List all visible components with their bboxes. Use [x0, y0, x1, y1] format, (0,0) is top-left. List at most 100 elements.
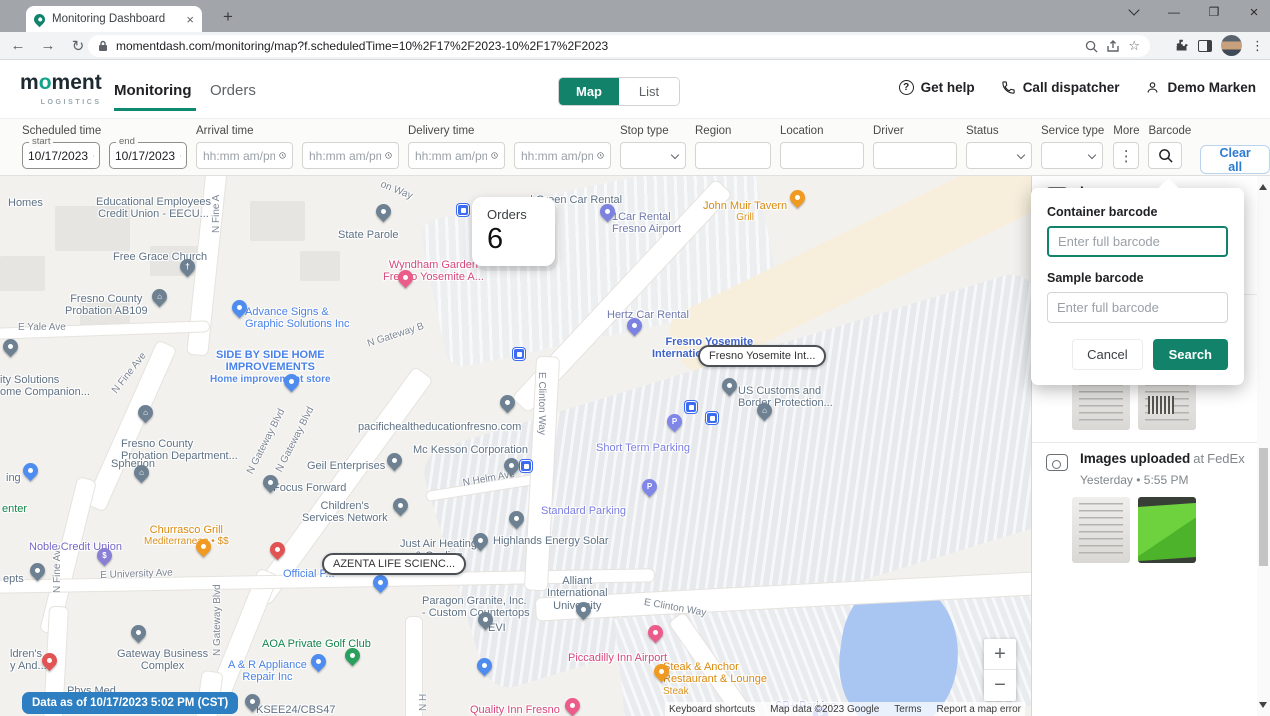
more-filters-button[interactable]: ⋮	[1113, 142, 1139, 169]
arrival-start-field[interactable]	[196, 142, 293, 169]
map-pin[interactable]	[308, 651, 329, 672]
zoom-out-button[interactable]: −	[984, 670, 1016, 701]
sample-barcode-input[interactable]	[1047, 292, 1228, 323]
call-dispatcher-button[interactable]: Call dispatcher	[1001, 80, 1120, 95]
map-pin[interactable]	[20, 460, 41, 481]
map-pin[interactable]	[39, 650, 60, 671]
nav-monitoring[interactable]: Monitoring	[114, 82, 191, 99]
scheduled-start-field[interactable]: start	[22, 142, 100, 169]
map-attribution-link[interactable]: Keyboard shortcuts	[669, 704, 755, 715]
get-help-button[interactable]: ? Get help	[899, 80, 975, 95]
location-input[interactable]	[780, 142, 864, 169]
barcode-search-button[interactable]	[1148, 142, 1182, 169]
map-pin[interactable]: P	[664, 411, 685, 432]
map-pin[interactable]	[506, 508, 527, 529]
map-pin[interactable]	[513, 348, 525, 360]
scroll-down-arrow-icon[interactable]	[1259, 702, 1267, 708]
zoom-in-button[interactable]: +	[984, 639, 1016, 670]
delivery-end-input[interactable]	[521, 149, 593, 163]
scroll-up-arrow-icon[interactable]	[1259, 184, 1267, 190]
toggle-list-button[interactable]: List	[619, 78, 679, 105]
map-pin[interactable]: ⌂	[149, 286, 170, 307]
profile-avatar[interactable]	[1221, 35, 1242, 56]
map-pin[interactable]	[229, 297, 250, 318]
map-canvas[interactable]: E Yale AveN Fine AN Fine AveN Fine AveN …	[0, 176, 1032, 716]
map-pin[interactable]	[706, 412, 718, 424]
clock-icon[interactable]	[491, 149, 498, 162]
zoom-page-icon[interactable]	[1085, 40, 1098, 53]
tab-search-chevron-icon[interactable]	[1126, 4, 1142, 20]
scheduled-start-input[interactable]	[28, 149, 90, 163]
map-pin[interactable]	[342, 645, 363, 666]
map-pin[interactable]	[457, 204, 469, 216]
map-pin[interactable]	[390, 495, 411, 516]
bookmark-star-icon[interactable]: ☆	[1128, 38, 1140, 54]
browser-menu-icon[interactable]: ⋮	[1251, 38, 1264, 54]
map-pin[interactable]	[497, 392, 518, 413]
share-icon[interactable]	[1106, 40, 1120, 53]
calendar-icon[interactable]	[93, 150, 94, 162]
driver-input[interactable]	[873, 142, 957, 169]
side-panel-icon[interactable]	[1198, 40, 1212, 52]
forward-button[interactable]: →	[36, 37, 60, 54]
scheduled-end-input[interactable]	[115, 149, 177, 163]
map-pin[interactable]	[597, 201, 618, 222]
reload-button[interactable]: ↻	[66, 37, 90, 55]
feed-entry[interactable]: Images uploadedatFedEx Yesterday • 5:55 …	[1032, 442, 1270, 575]
map-pin[interactable]: $	[94, 545, 115, 566]
map-pin[interactable]	[267, 539, 288, 560]
window-minimize-button[interactable]: —	[1166, 4, 1182, 20]
status-select[interactable]	[966, 142, 1032, 169]
arrival-end-field[interactable]	[302, 142, 399, 169]
map-pin[interactable]	[475, 609, 496, 630]
window-close-button[interactable]: ×	[1246, 4, 1262, 20]
map-pin[interactable]	[645, 622, 666, 643]
tab-close-icon[interactable]: ×	[186, 12, 194, 27]
calendar-icon[interactable]	[180, 150, 181, 162]
clock-icon[interactable]	[597, 149, 604, 162]
delivery-end-field[interactable]	[514, 142, 611, 169]
map-pin[interactable]	[370, 572, 391, 593]
delivery-start-input[interactable]	[415, 149, 487, 163]
delivery-start-field[interactable]	[408, 142, 505, 169]
map-pin[interactable]	[787, 187, 808, 208]
search-button[interactable]: Search	[1153, 339, 1228, 370]
map-pin[interactable]	[573, 599, 594, 620]
clear-all-button[interactable]: Clear all	[1200, 145, 1270, 174]
feed-image-thumbnail[interactable]	[1138, 497, 1196, 563]
map-marker-chip[interactable]: Fresno Yosemite Int...	[698, 345, 826, 367]
map-marker-chip[interactable]: AZENTA LIFE SCIENC...	[322, 553, 466, 575]
map-attribution-link[interactable]: Map data ©2023 Google	[770, 704, 879, 715]
map-pin[interactable]	[281, 371, 302, 392]
map-pin[interactable]	[27, 560, 48, 581]
scrollbar-thumb[interactable]	[1259, 448, 1268, 566]
toggle-map-button[interactable]: Map	[559, 78, 619, 105]
map-pin[interactable]	[562, 695, 583, 716]
map-pin[interactable]	[193, 536, 214, 557]
map-pin[interactable]	[128, 622, 149, 643]
feed-scrollbar[interactable]	[1257, 176, 1270, 716]
map-pin[interactable]	[719, 375, 740, 396]
map-pin[interactable]	[520, 460, 532, 472]
map-pin[interactable]	[651, 661, 672, 682]
moment-logo[interactable]: moment LOGISTICS	[20, 72, 102, 114]
map-attribution-link[interactable]: Terms	[894, 704, 921, 715]
new-tab-button[interactable]: +	[216, 5, 240, 29]
map-attribution-link[interactable]: Report a map error	[937, 704, 1021, 715]
orders-count-card[interactable]: Orders 6	[472, 197, 555, 266]
map-pin[interactable]	[624, 315, 645, 336]
region-input[interactable]	[695, 142, 771, 169]
map-pin[interactable]: ⌂	[131, 462, 152, 483]
arrival-end-input[interactable]	[309, 149, 381, 163]
nav-orders[interactable]: Orders	[210, 82, 256, 99]
map-pin[interactable]	[260, 472, 281, 493]
map-pin[interactable]	[501, 455, 522, 476]
feed-image-thumbnail[interactable]	[1072, 497, 1130, 563]
map-pin[interactable]	[384, 450, 405, 471]
service-type-select[interactable]	[1041, 142, 1103, 169]
extensions-puzzle-icon[interactable]	[1174, 38, 1189, 53]
browser-tab[interactable]: Monitoring Dashboard ×	[26, 6, 202, 32]
container-barcode-input[interactable]	[1047, 226, 1228, 257]
map-pin[interactable]	[395, 267, 416, 288]
address-bar[interactable]: momentdash.com/monitoring/map?f.schedule…	[88, 35, 1150, 57]
